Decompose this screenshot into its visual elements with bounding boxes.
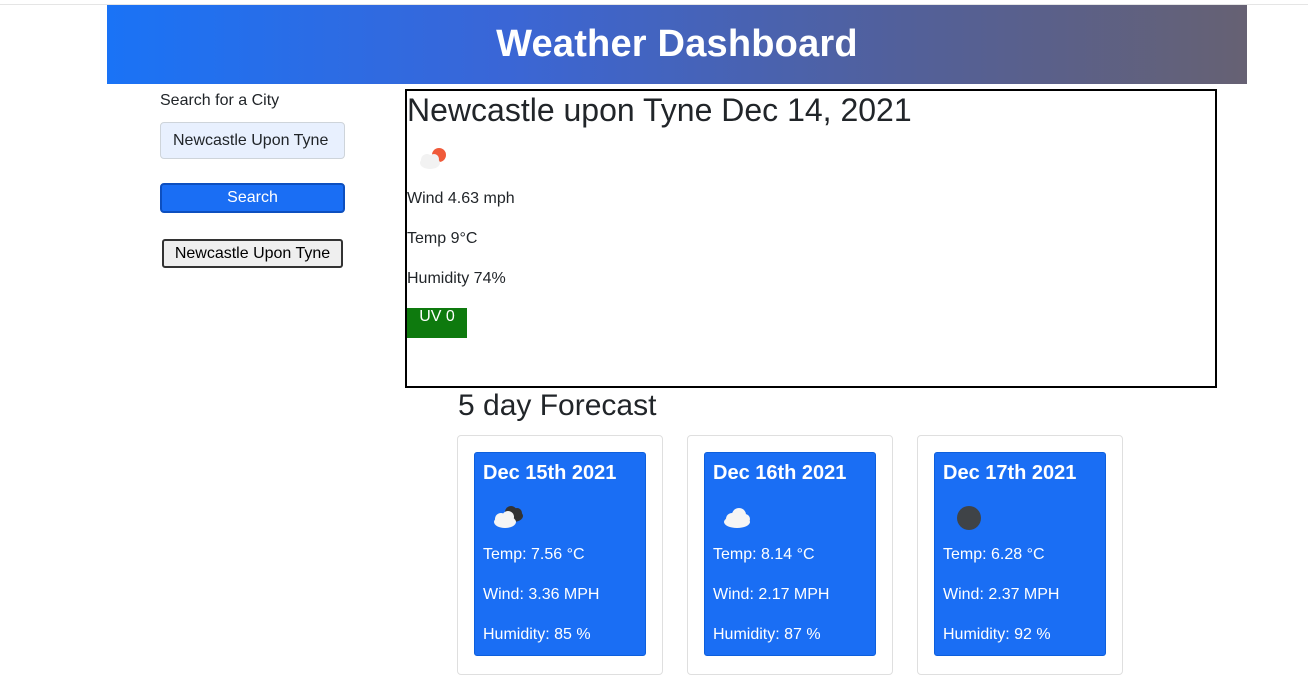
current-city-heading: Newcastle upon Tyne Dec 14, 2021: [407, 92, 912, 128]
forecast-humidity: Humidity: 87 %: [713, 626, 821, 643]
forecast-date: Dec 17th 2021: [943, 462, 1077, 484]
forecast-card: Dec 17th 2021 Temp: 6.28 °C Wind: 2.37 M…: [917, 435, 1123, 675]
forecast-humidity: Humidity: 85 %: [483, 626, 591, 643]
current-weather-panel: Newcastle upon Tyne Dec 14, 2021 Wind 4.…: [405, 89, 1217, 388]
uv-index-text: UV 0: [419, 308, 455, 325]
forecast-wind: Wind: 2.17 MPH: [713, 586, 830, 603]
city-search-input[interactable]: [160, 122, 345, 159]
forecast-card: Dec 16th 2021 Temp: 8.14 °C Wind: 2.17 M…: [687, 435, 893, 675]
current-temp: Temp 9°C: [407, 230, 478, 247]
forecast-card-body: Dec 16th 2021 Temp: 8.14 °C Wind: 2.17 M…: [704, 452, 876, 656]
forecast-temp: Temp: 8.14 °C: [713, 546, 815, 563]
forecast-card-body: Dec 17th 2021 Temp: 6.28 °C Wind: 2.37 M…: [934, 452, 1106, 656]
history-city-button[interactable]: Newcastle Upon Tyne: [162, 239, 343, 268]
forecast-temp: Temp: 7.56 °C: [483, 546, 585, 563]
forecast-card-body: Dec 15th 2021 Temp: 7.56 °C Wind: 3.36 M…: [474, 452, 646, 656]
cloud-icon: [719, 503, 759, 536]
forecast-title: 5 day Forecast: [458, 389, 657, 422]
search-button[interactable]: Search: [160, 183, 345, 213]
forecast-card: Dec 15th 2021 Temp: 7.56 °C Wind: 3.36 M…: [457, 435, 663, 675]
current-wind: Wind 4.63 mph: [407, 190, 515, 207]
forecast-wind: Wind: 2.37 MPH: [943, 586, 1060, 603]
current-humidity: Humidity 74%: [407, 270, 506, 287]
page-title: Weather Dashboard: [496, 23, 858, 65]
uv-index-badge: UV 0: [407, 308, 467, 338]
search-label: Search for a City: [160, 92, 280, 109]
dark-circle-icon: [949, 503, 989, 536]
broken-clouds-icon: [489, 503, 529, 536]
forecast-wind: Wind: 3.36 MPH: [483, 586, 600, 603]
forecast-temp: Temp: 6.28 °C: [943, 546, 1045, 563]
cloud-sun-icon: [415, 145, 451, 178]
forecast-date: Dec 15th 2021: [483, 462, 617, 484]
page-header: Weather Dashboard: [107, 5, 1247, 84]
forecast-humidity: Humidity: 92 %: [943, 626, 1051, 643]
forecast-date: Dec 16th 2021: [713, 462, 847, 484]
